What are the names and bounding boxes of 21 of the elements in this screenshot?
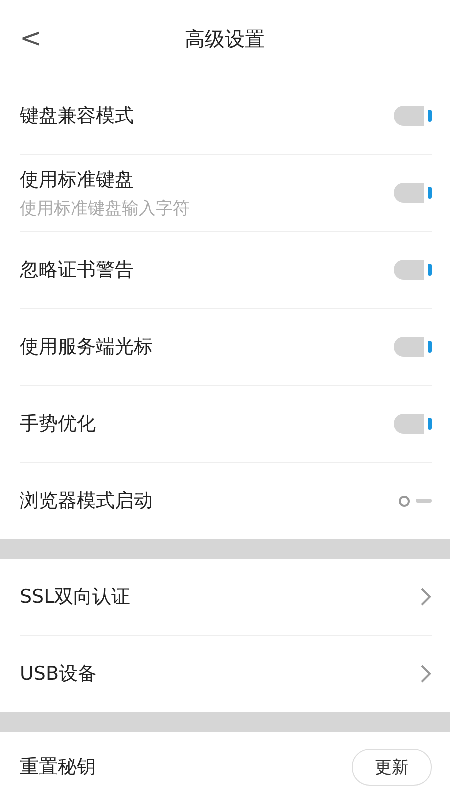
toggle-switch[interactable]: [394, 183, 432, 203]
setting-label: 忽略证书警告: [20, 258, 134, 283]
toggle-switch[interactable]: [394, 337, 432, 357]
setting-label: 手势优化: [20, 412, 96, 437]
chevron-icon: [420, 587, 432, 607]
setting-label[interactable]: SSL双向认证: [20, 584, 131, 610]
setting-label: 使用服务端光标: [20, 335, 153, 360]
setting-description: 使用标准键盘输入字符: [20, 198, 190, 220]
toggle-switch[interactable]: [394, 106, 432, 126]
page-title: 高级设置: [185, 26, 265, 52]
setting-label: 重置秘钥: [20, 755, 96, 780]
update-button[interactable]: 更新: [352, 748, 432, 786]
chevron-icon: [420, 664, 432, 684]
toggle-switch[interactable]: [394, 414, 432, 434]
setting-label[interactable]: USB设备: [20, 661, 98, 687]
back-button[interactable]: <: [12, 22, 50, 56]
setting-label: 使用标准键盘: [20, 168, 135, 192]
setting-label: 浏览器模式启动: [20, 489, 153, 514]
toggle-switch[interactable]: [394, 260, 432, 280]
setting-label: 键盘兼容模式: [20, 104, 134, 129]
toggle-switch[interactable]: [399, 496, 432, 506]
